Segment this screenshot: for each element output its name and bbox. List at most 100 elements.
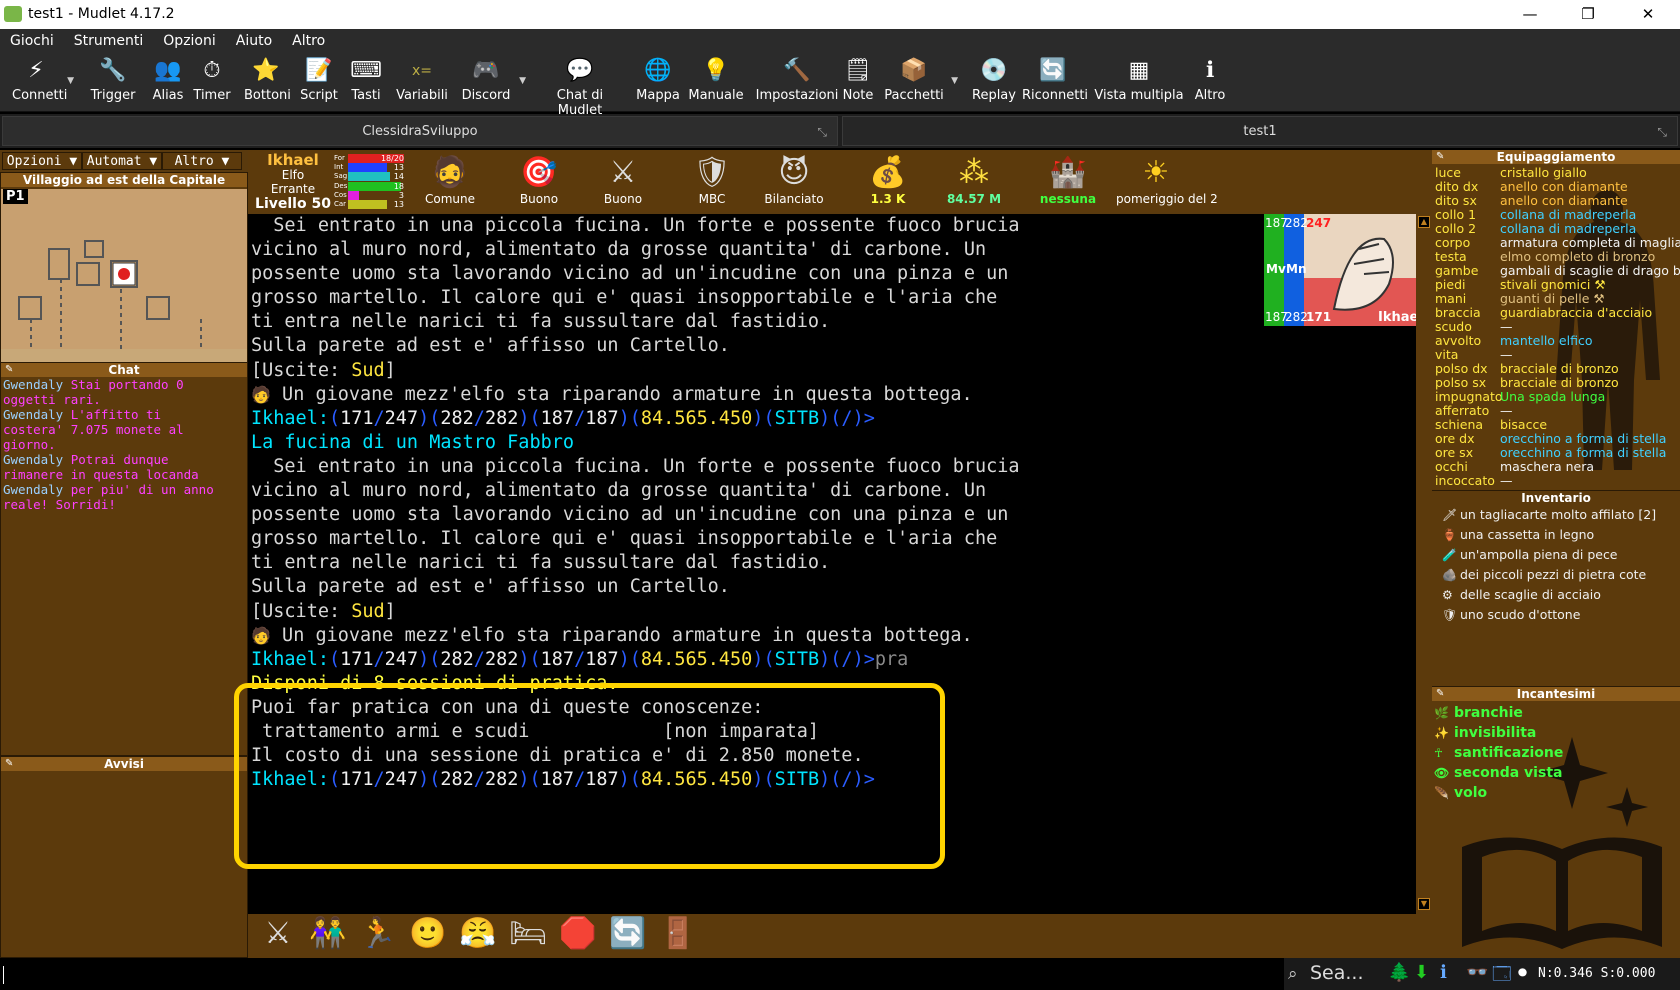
toolbar-timer-button[interactable]: ⏱ Timer: [192, 56, 232, 110]
equipment-slot-afferrato[interactable]: afferrato —: [1432, 404, 1680, 418]
door-button-icon[interactable]: 🚪: [658, 914, 698, 954]
fight-button-icon[interactable]: ⚔: [258, 914, 298, 954]
equipment-slot-avvolto[interactable]: avvolto mantello elfico: [1432, 334, 1680, 348]
status-swords[interactable]: ⚔ Buono: [583, 154, 663, 206]
spell-item[interactable]: ✨ invisibilita: [1432, 723, 1680, 743]
dropdown-arrow-icon[interactable]: ▼: [519, 76, 526, 86]
spell-item[interactable]: ☥ santificazione: [1432, 743, 1680, 763]
search-icon[interactable]: ⌕: [1288, 964, 1298, 984]
tray-arrow-icon[interactable]: ⬇: [1414, 962, 1429, 983]
inventory-item[interactable]: ⚙ delle scaglie di acciaio: [1432, 585, 1680, 605]
status-sun[interactable]: ☀ pomeriggio del 2: [1116, 154, 1218, 206]
toolbar-chat-di-mudlet-button[interactable]: 💬 Chat di Mudlet: [534, 56, 626, 118]
flee-button-icon[interactable]: 🏃: [358, 914, 398, 954]
inventory-item[interactable]: 🪨 dei piccoli pezzi di pietra cote: [1432, 565, 1680, 585]
toolbar-riconnetti-button[interactable]: 🔄 Riconnetti: [1022, 56, 1088, 110]
equipment-slot-ore-sx[interactable]: ore sx orecchino a forma di stella: [1432, 446, 1680, 460]
status-target[interactable]: 🎯 Buono: [499, 154, 579, 206]
tray-vr-icon[interactable]: 👓: [1466, 962, 1488, 983]
console-scrollbar[interactable]: ▲ ▼: [1416, 214, 1432, 912]
toolbar-mappa-button[interactable]: 🌐 Mappa: [634, 56, 682, 110]
toolbar-tasti-button[interactable]: ⌨ Tasti: [348, 56, 384, 110]
tab-clessidrasviluppo[interactable]: ClessidraSviluppo ⤡: [2, 116, 838, 146]
toolbar-impostazioni-button[interactable]: 🔨 Impostazioni: [754, 56, 840, 110]
maximize-button[interactable]: ❐: [1560, 0, 1616, 29]
menu-giochi[interactable]: Giochi: [0, 29, 64, 53]
tab-test1[interactable]: test1 ⤡: [842, 116, 1678, 146]
menu-altro[interactable]: Altro: [282, 29, 335, 53]
status-money-bag[interactable]: 💰 1.3 K: [848, 154, 928, 206]
menu-strumenti[interactable]: Strumenti: [64, 29, 154, 53]
equipment-slot-luce[interactable]: luce cristallo giallo: [1432, 166, 1680, 180]
toolbar-discord-button[interactable]: 🎮 Discord ▼: [460, 56, 526, 110]
equipment-slot-dito-sx[interactable]: dito sx anello con diamante: [1432, 194, 1680, 208]
smile-button-icon[interactable]: 🙂: [408, 914, 448, 954]
rage-button-icon[interactable]: 😤: [458, 914, 498, 954]
altro-dropdown[interactable]: Altro ▼: [162, 152, 242, 170]
menu-aiuto[interactable]: Aiuto: [226, 29, 282, 53]
inventory-item[interactable]: 🛡 uno scudo d'ottone: [1432, 605, 1680, 625]
menu-opzioni[interactable]: Opzioni: [153, 29, 225, 53]
scroll-up-button[interactable]: ▲: [1418, 216, 1430, 228]
inventory-item[interactable]: 🗡 un tagliacarte molto affilato [2]: [1432, 505, 1680, 525]
minimize-button[interactable]: —: [1502, 0, 1558, 29]
toolbar-connetti-button[interactable]: ⚡ Connetti ▼: [12, 56, 74, 110]
toolbar-replay-button[interactable]: 💿 Replay: [972, 56, 1016, 110]
inventory-item[interactable]: 🧪 un'ampolla piena di pece: [1432, 545, 1680, 565]
equipment-slot-collo-2[interactable]: collo 2 collana di madreperla: [1432, 222, 1680, 236]
automat-dropdown[interactable]: Automat ▼: [82, 152, 162, 170]
equipment-slot-polso-sx[interactable]: polso sx bracciale di bronzo: [1432, 376, 1680, 390]
equipment-slot-impugnato[interactable]: impugnatoUna spada lunga: [1432, 390, 1680, 404]
status-castle[interactable]: 🏰 nessuna: [1028, 154, 1108, 206]
equipment-slot-gambe[interactable]: gambe gambali di scaglie di drago b: [1432, 264, 1680, 278]
chat-log[interactable]: Gwendaly Stai portando 0 oggetti rari. Gwe…: [1, 377, 247, 512]
equipment-slot-corpo[interactable]: corpo armatura completa di maglia: [1432, 236, 1680, 250]
dropdown-arrow-icon[interactable]: ▼: [951, 76, 958, 86]
equipment-slot-mani[interactable]: mani guanti di pelle ⚒: [1432, 292, 1680, 306]
toolbar-alias-button[interactable]: 👥 Alias: [150, 56, 186, 110]
equipment-slot-ore-dx[interactable]: ore dx orecchino a forma di stella: [1432, 432, 1680, 446]
sleep-button-icon[interactable]: 🛏: [508, 914, 548, 954]
status-shield[interactable]: 🛡 MBC: [672, 154, 752, 206]
equipment-slot-incoccato[interactable]: incoccato —: [1432, 474, 1680, 488]
toolbar-bottoni-button[interactable]: ⭐ Bottoni: [244, 56, 291, 110]
group-button-icon[interactable]: 👫: [308, 914, 348, 954]
tray-folder-icon[interactable]: 🗔: [1492, 962, 1512, 990]
toolbar-pacchetti-button[interactable]: 📦 Pacchetti ▼: [884, 56, 958, 110]
equipment-slot-dito-dx[interactable]: dito dx anello con diamante: [1432, 180, 1680, 194]
toolbar-altro-button[interactable]: ℹ Altro: [1188, 56, 1232, 110]
toolbar-manuale-button[interactable]: 💡 Manuale: [688, 56, 744, 110]
close-button[interactable]: ✕: [1620, 0, 1676, 29]
taskbar-search[interactable]: Sea...: [1310, 962, 1364, 984]
pin-icon[interactable]: ⤡: [1657, 117, 1667, 147]
toolbar-vista-multipla-button[interactable]: ▦ Vista multipla: [1094, 56, 1184, 110]
inventory-item[interactable]: 🏺 una cassetta in legno: [1432, 525, 1680, 545]
refresh-button-icon[interactable]: 🔄: [608, 914, 648, 954]
stop-button-icon[interactable]: 🛑: [558, 914, 598, 954]
equipment-slot-occhi[interactable]: occhi maschera nera: [1432, 460, 1680, 474]
equipment-slot-collo-1[interactable]: collo 1 collana di madreperla: [1432, 208, 1680, 222]
equipment-slot-vita[interactable]: vita —: [1432, 348, 1680, 362]
tray-disc-icon[interactable]: ⏺: [1518, 962, 1527, 983]
status-face[interactable]: 🧔 Comune: [410, 154, 490, 206]
toolbar-note-button[interactable]: 🗒 Note: [840, 56, 876, 110]
spell-item[interactable]: 🪶 volo: [1432, 783, 1680, 803]
spell-item[interactable]: 👁 seconda vista: [1432, 763, 1680, 783]
equipment-slot-scudo[interactable]: scudo —: [1432, 320, 1680, 334]
tray-tree-icon[interactable]: 🌲: [1388, 962, 1410, 983]
status-xp-stars[interactable]: ⁂ 84.57 M: [934, 154, 1014, 206]
pin-icon[interactable]: ⤡: [817, 117, 827, 147]
equipment-slot-braccia[interactable]: braccia guardiabraccia d'acciaio: [1432, 306, 1680, 320]
toolbar-script-button[interactable]: 📝 Script: [300, 56, 338, 110]
equipment-slot-polso-dx[interactable]: polso dx bracciale di bronzo: [1432, 362, 1680, 376]
tray-info-icon[interactable]: ℹ: [1440, 962, 1447, 983]
status-mood[interactable]: 😈 Bilanciato: [754, 154, 834, 206]
equipment-slot-schiena[interactable]: schiena bisacce: [1432, 418, 1680, 432]
dropdown-arrow-icon[interactable]: ▼: [67, 76, 74, 86]
equipment-slot-piedi[interactable]: piedi stivali gnomici ⚒: [1432, 278, 1680, 292]
toolbar-variabili-button[interactable]: x= Variabili: [396, 56, 448, 110]
toolbar-trigger-button[interactable]: 🔧 Trigger: [88, 56, 138, 110]
equipment-slot-testa[interactable]: testa elmo completo di bronzo: [1432, 250, 1680, 264]
scroll-down-button[interactable]: ▼: [1418, 898, 1430, 910]
opzioni-dropdown[interactable]: Opzioni ▼: [2, 152, 82, 170]
